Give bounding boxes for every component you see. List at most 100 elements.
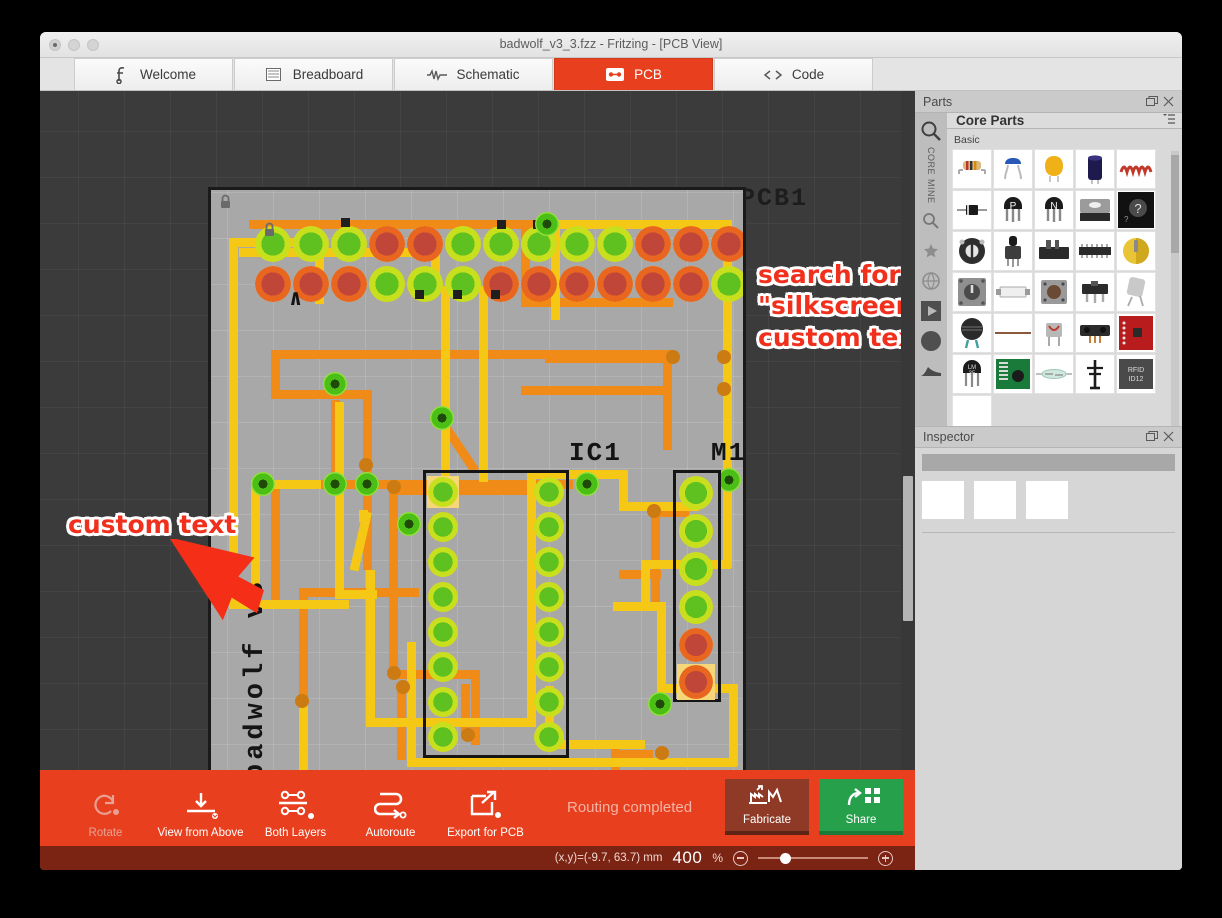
trimmer-potentiometer-icon[interactable] — [952, 231, 992, 271]
speaker-icon[interactable] — [952, 313, 992, 353]
rfid-id12-icon[interactable]: RFID ID12 — [1116, 354, 1156, 394]
via[interactable] — [430, 406, 454, 430]
trace-top[interactable] — [657, 602, 666, 692]
sensor-module-icon[interactable] — [993, 354, 1033, 394]
fabricate-button[interactable]: Fabricate — [725, 779, 809, 835]
mystery-part-icon[interactable]: ?? — [1116, 190, 1156, 230]
bendpoint[interactable] — [359, 458, 373, 472]
bendpoint[interactable] — [655, 746, 669, 760]
zoom-in-icon[interactable] — [878, 850, 893, 866]
rotary-encoder-icon[interactable] — [1116, 231, 1156, 271]
pad[interactable] — [679, 590, 713, 624]
bendpoint[interactable] — [387, 480, 401, 494]
bendpoint[interactable] — [295, 694, 309, 708]
via[interactable] — [323, 472, 347, 496]
trace-top[interactable] — [479, 286, 488, 448]
via[interactable] — [323, 372, 347, 396]
moon-bin-icon[interactable] — [917, 327, 945, 355]
tab-pcb[interactable]: PCB — [554, 58, 713, 90]
wire-icon[interactable] — [993, 313, 1033, 353]
pad[interactable] — [635, 266, 671, 302]
pad[interactable] — [428, 617, 458, 647]
play-bin-icon[interactable] — [917, 297, 945, 325]
scrollbar-thumb[interactable] — [903, 476, 913, 621]
scrollbar-thumb[interactable] — [1171, 155, 1179, 253]
rotary-potentiometer-icon[interactable] — [993, 231, 1033, 271]
dip-ic-icon[interactable] — [1075, 231, 1115, 271]
pad[interactable] — [679, 628, 713, 662]
part-cell-extra[interactable] — [952, 395, 992, 426]
float-button[interactable] — [1144, 429, 1160, 445]
pad[interactable] — [483, 266, 519, 302]
canvas-vertical-scrollbar[interactable] — [901, 91, 915, 856]
pad[interactable] — [534, 547, 564, 577]
pad[interactable] — [255, 266, 291, 302]
tantalum-capacitor-icon[interactable] — [1034, 149, 1074, 189]
temperature-sensor-icon[interactable]: LM35 — [952, 354, 992, 394]
bendpoint[interactable] — [387, 666, 401, 680]
bendpoint[interactable] — [717, 382, 731, 396]
inspector-title-field[interactable] — [922, 453, 1175, 471]
pad[interactable] — [534, 477, 564, 507]
pad[interactable] — [428, 547, 458, 577]
pad[interactable] — [534, 722, 564, 752]
trace-bottom[interactable] — [271, 390, 371, 399]
via[interactable] — [251, 472, 275, 496]
zoom-slider-knob[interactable] — [780, 853, 791, 864]
bendpoint[interactable] — [717, 350, 731, 364]
both-layers-button[interactable]: Both Layers — [248, 775, 343, 839]
bendpoint[interactable] — [396, 680, 410, 694]
pad[interactable] — [679, 665, 713, 699]
mine-bin-icon[interactable]: MINE — [917, 177, 945, 205]
trace-top[interactable] — [335, 402, 344, 597]
pad[interactable] — [679, 476, 713, 510]
parts-scrollbar[interactable] — [1171, 151, 1179, 426]
pad[interactable] — [428, 477, 458, 507]
bendpoint[interactable] — [666, 350, 680, 364]
close-icon[interactable] — [1160, 94, 1176, 110]
pad[interactable] — [673, 226, 709, 262]
pad[interactable] — [534, 687, 564, 717]
tab-breadboard[interactable]: Breadboard — [234, 58, 393, 90]
trace-top[interactable] — [641, 560, 650, 604]
via[interactable] — [648, 692, 672, 716]
pad[interactable] — [407, 226, 443, 262]
trace-bottom[interactable] — [271, 480, 280, 600]
pad[interactable] — [445, 226, 481, 262]
inspector-swatch[interactable] — [1026, 480, 1068, 519]
rotary-switch-icon[interactable] — [952, 272, 992, 312]
tab-schematic[interactable]: Schematic — [394, 58, 553, 90]
ceramic-capacitor-icon[interactable] — [993, 149, 1033, 189]
dip-switch-icon[interactable] — [993, 272, 1033, 312]
pad[interactable] — [597, 226, 633, 262]
pad[interactable] — [534, 652, 564, 682]
pad[interactable] — [428, 687, 458, 717]
slide-switch-icon[interactable] — [1075, 272, 1115, 312]
pad[interactable] — [445, 266, 481, 302]
pad[interactable] — [293, 226, 329, 262]
search-icon[interactable] — [917, 117, 945, 145]
mosfet-icon[interactable] — [1075, 190, 1115, 230]
pad[interactable] — [521, 266, 557, 302]
slide-potentiometer-icon[interactable] — [1034, 231, 1074, 271]
pad[interactable] — [559, 226, 595, 262]
pad[interactable] — [673, 266, 709, 302]
pcb-canvas[interactable]: PCB1 fritzing — [40, 91, 915, 870]
pad[interactable] — [331, 226, 367, 262]
float-button[interactable] — [1144, 94, 1160, 110]
pad[interactable] — [428, 722, 458, 752]
antenna-icon[interactable] — [1075, 354, 1115, 394]
core-bin-icon[interactable]: CORE — [917, 147, 945, 175]
zoom-slider[interactable] — [758, 851, 868, 865]
breakout-board-icon[interactable] — [1116, 313, 1156, 353]
via[interactable] — [575, 472, 599, 496]
photoresistor-icon[interactable] — [1034, 313, 1074, 353]
resistor-icon[interactable] — [952, 149, 992, 189]
pad[interactable] — [711, 226, 743, 262]
contrib-bin-icon[interactable] — [917, 267, 945, 295]
pcb-board[interactable]: ∧ IC1 M1 badwolf v3 — [208, 187, 746, 799]
electret-microphone-icon[interactable] — [1116, 272, 1156, 312]
pad[interactable] — [534, 512, 564, 542]
pad[interactable] — [369, 266, 405, 302]
pad[interactable] — [635, 226, 671, 262]
